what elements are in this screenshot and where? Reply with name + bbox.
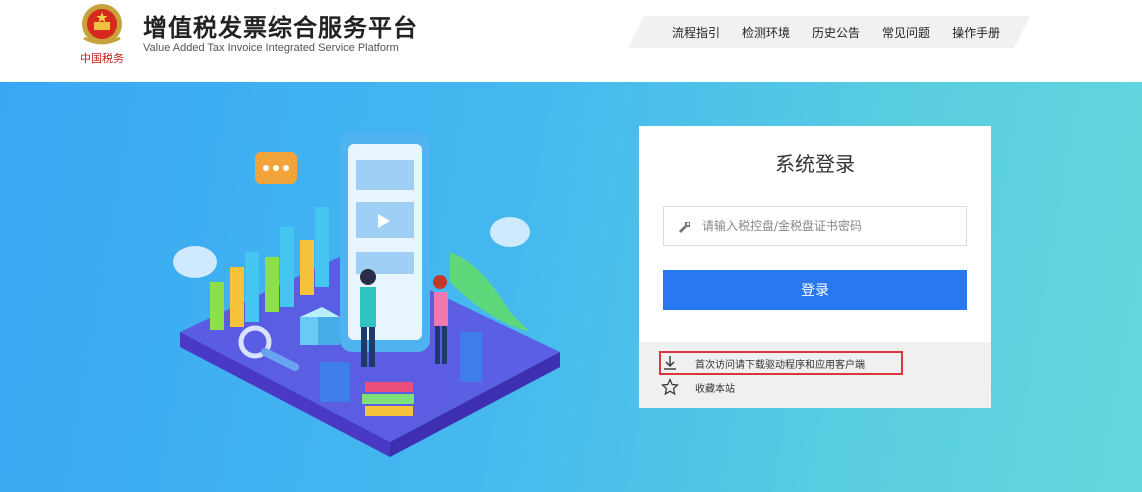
header: 中国税务 增值税发票综合服务平台 Value Added Tax Invoice… bbox=[0, 0, 1142, 82]
nav-item-process-guide[interactable]: 流程指引 bbox=[672, 24, 720, 41]
login-button[interactable]: 登录 bbox=[663, 270, 967, 310]
login-panel: 系统登录 登录 首次访问请下载驱动程序和应用客户端 收藏本站 bbox=[639, 126, 991, 408]
login-links-area: 首次访问请下载驱动程序和应用客户端 收藏本站 bbox=[639, 342, 991, 408]
nav-item-faq[interactable]: 常见问题 bbox=[882, 24, 930, 41]
nav-item-check-environment[interactable]: 检测环境 bbox=[742, 24, 790, 41]
download-driver-link[interactable]: 首次访问请下载驱动程序和应用客户端 bbox=[661, 352, 865, 374]
login-title: 系统登录 bbox=[775, 152, 855, 176]
hero-banner: 系统登录 登录 首次访问请下载驱动程序和应用客户端 收藏本站 bbox=[0, 82, 1142, 492]
site-subtitle: Value Added Tax Invoice Integrated Servi… bbox=[143, 42, 399, 54]
key-icon bbox=[679, 222, 690, 233]
bookmark-site-link[interactable]: 收藏本站 bbox=[661, 376, 735, 398]
star-icon bbox=[661, 378, 679, 396]
nav-item-manual[interactable]: 操作手册 bbox=[952, 24, 1000, 41]
emblem-caption: 中国税务 bbox=[80, 51, 124, 65]
site-title: 增值税发票综合服务平台 bbox=[143, 14, 418, 42]
isometric-illustration bbox=[173, 132, 560, 457]
nav-item-history-notices[interactable]: 历史公告 bbox=[812, 24, 860, 41]
password-field[interactable] bbox=[663, 206, 967, 246]
password-input[interactable] bbox=[702, 207, 964, 245]
download-link-text: 首次访问请下载驱动程序和应用客户端 bbox=[695, 359, 865, 371]
national-emblem-logo: 中国税务 bbox=[80, 4, 124, 65]
top-nav: 流程指引 检测环境 历史公告 常见问题 操作手册 bbox=[628, 16, 1030, 48]
bookmark-link-text: 收藏本站 bbox=[695, 383, 735, 395]
download-icon bbox=[664, 356, 676, 370]
